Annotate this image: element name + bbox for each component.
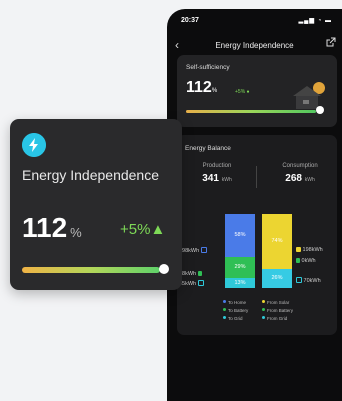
consumption-bar: 74% 26% — [262, 214, 292, 288]
production-bar: 58% 29% 13% — [225, 214, 255, 288]
legend-to-grid: To Grid — [223, 316, 243, 321]
right-label-solar: 198kWh — [296, 247, 323, 253]
left-label-home: 198kWh — [179, 247, 207, 254]
legend-from-battery: From Battery — [262, 308, 293, 313]
right-label-battery: 0kWh — [296, 258, 316, 264]
energy-independence-card[interactable]: Energy Independence 112% +5%▲ — [10, 119, 182, 290]
self-sufficiency-progress-knob — [316, 106, 324, 114]
status-bar: 20:37 ▂▄▆ ◔ ▬ — [181, 17, 332, 29]
production-label: Production — [202, 163, 232, 169]
energy-independence-title: Energy Independence — [22, 167, 159, 183]
right-label-grid: 70kWh — [296, 277, 321, 284]
energy-independence-progress-knob — [159, 264, 169, 274]
bar-segment-to-grid: 13% — [225, 278, 255, 288]
self-sufficiency-label: Self-sufficiency — [186, 64, 230, 71]
column-divider — [256, 166, 257, 188]
legend-from-grid: From Grid — [262, 316, 287, 321]
energy-independence-progress-track — [22, 267, 160, 273]
home-icon — [200, 247, 207, 253]
battery-icon — [197, 271, 202, 276]
bar-segment-to-battery: 29% — [225, 257, 255, 278]
bar-segment-from-solar: 74% — [262, 214, 292, 269]
energy-independence-value: 112% — [22, 212, 82, 243]
legend-to-home: To Home — [223, 300, 246, 305]
status-icons: ▂▄▆ ◔ ▬ — [298, 18, 332, 24]
self-sufficiency-card[interactable]: Self-sufficiency 112% +5% ● — [177, 55, 337, 127]
self-sufficiency-value: 112% — [186, 79, 218, 96]
nav-title: Energy Independence — [215, 41, 294, 50]
grid-tower-icon — [197, 280, 204, 286]
solar-icon — [296, 247, 301, 252]
lightning-bolt-icon — [22, 133, 46, 157]
bar-segment-from-grid: 26% — [262, 269, 292, 288]
arrow-up-icon: ▲ — [150, 221, 166, 238]
legend-to-battery: To Battery — [223, 308, 248, 313]
house-icon — [293, 82, 325, 109]
self-sufficiency-progress-track — [186, 110, 316, 113]
energy-balance-label: Energy Balance — [185, 145, 231, 152]
status-time: 20:37 — [181, 17, 199, 24]
self-sufficiency-delta: +5% ● — [235, 89, 250, 95]
legend-from-solar: From Solar — [262, 300, 289, 305]
consumption-value: 268 kWh — [285, 173, 315, 184]
left-label-battery: 98kWh — [179, 271, 202, 277]
grid-tower-icon — [296, 277, 302, 283]
bar-segment-to-home: 58% — [225, 214, 255, 257]
share-icon[interactable] — [326, 37, 336, 47]
consumption-label: Consumption — [282, 163, 318, 169]
production-value: 341 kWh — [202, 173, 232, 184]
left-label-grid: 45kWh — [179, 280, 204, 287]
energy-independence-delta: +5%▲ — [120, 221, 166, 238]
energy-balance-card: Energy Balance Production 341 kWh Consum… — [177, 135, 337, 335]
phone-screen: 20:37 ▂▄▆ ◔ ▬ ‹ Energy Independence Self… — [167, 9, 342, 401]
battery-icon — [296, 258, 300, 263]
